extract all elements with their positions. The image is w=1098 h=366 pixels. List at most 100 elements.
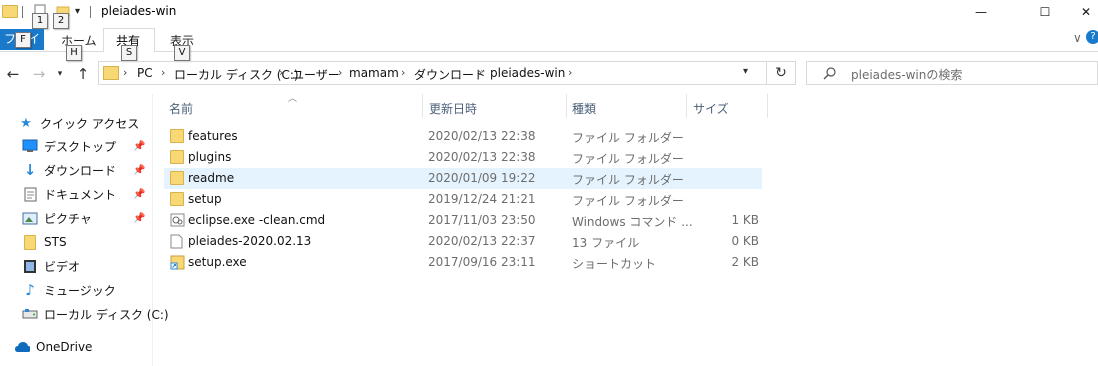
file-row[interactable]: setup.exe 2017/09/16 23:11 ショートカット 2 KB bbox=[164, 252, 762, 273]
nav-item-quick-access[interactable]: ★ クイック アクセス bbox=[18, 112, 139, 134]
nav-item-label: ダウンロード bbox=[44, 163, 117, 178]
keytip-home: H bbox=[66, 45, 82, 61]
nav-item-music[interactable]: ♪ ミュージック bbox=[22, 279, 116, 301]
download-icon: ↓ bbox=[23, 161, 37, 179]
folder-icon bbox=[103, 66, 119, 80]
breadcrumb-downloads[interactable]: ダウンロード bbox=[414, 66, 486, 83]
nav-pane-divider bbox=[152, 94, 153, 366]
nav-item-label: OneDrive bbox=[36, 340, 93, 354]
column-divider[interactable] bbox=[422, 94, 423, 118]
file-row[interactable]: pleiades-2020.02.13 2020/02/13 22:37 13 … bbox=[164, 231, 762, 252]
search-icon bbox=[823, 66, 837, 83]
cmd-file-icon bbox=[170, 213, 185, 227]
folder-icon bbox=[170, 129, 185, 143]
breadcrumb-separator[interactable]: › bbox=[401, 66, 405, 79]
star-icon: ★ bbox=[20, 115, 32, 131]
breadcrumb-pc[interactable]: PC bbox=[137, 66, 153, 80]
up-button[interactable]: ↑ bbox=[73, 64, 93, 84]
divider bbox=[90, 6, 91, 18]
ribbon-expand-icon[interactable]: ∨ bbox=[1073, 31, 1082, 45]
refresh-button[interactable]: ↻ bbox=[767, 61, 796, 85]
file-type: ファイル フォルダー bbox=[572, 131, 684, 145]
nav-item-label: ローカル ディスク (C:) bbox=[44, 307, 169, 322]
file-row-selected[interactable]: readme 2020/01/09 19:22 ファイル フォルダー bbox=[164, 168, 762, 189]
nav-item-label: ミュージック bbox=[44, 283, 116, 298]
pin-icon[interactable]: 📌 bbox=[133, 165, 145, 176]
nav-item-documents[interactable]: ドキュメント 📌 bbox=[22, 183, 145, 205]
nav-item-label: ビデオ bbox=[44, 259, 81, 274]
window-title: pleiades-win bbox=[101, 4, 177, 18]
search-placeholder: pleiades-winの検索 bbox=[851, 68, 963, 82]
keytip-1: 1 bbox=[32, 13, 48, 29]
close-button[interactable]: ✕ bbox=[1074, 0, 1098, 24]
document-icon bbox=[22, 186, 38, 202]
address-history-dropdown[interactable]: ▾ bbox=[743, 66, 748, 77]
file-type: ファイル フォルダー bbox=[572, 152, 684, 166]
drive-icon bbox=[22, 306, 38, 322]
breadcrumb-separator[interactable]: › bbox=[123, 66, 127, 79]
column-header-name[interactable]: 名前 bbox=[169, 100, 193, 117]
column-divider[interactable] bbox=[767, 94, 768, 118]
file-name: setup bbox=[188, 192, 222, 206]
maximize-button[interactable]: ☐ bbox=[1022, 0, 1068, 24]
keytip-file: F bbox=[15, 32, 31, 48]
file-date: 2017/11/03 23:50 bbox=[428, 213, 536, 227]
back-button[interactable]: ← bbox=[3, 64, 23, 84]
pin-icon[interactable]: 📌 bbox=[133, 213, 145, 224]
breadcrumb-separator[interactable]: › bbox=[161, 66, 165, 79]
nav-item-label: デスクトップ bbox=[44, 139, 117, 154]
breadcrumb-mamam[interactable]: mamam bbox=[349, 66, 399, 80]
file-name: eclipse.exe -clean.cmd bbox=[188, 213, 326, 227]
column-divider[interactable] bbox=[686, 94, 687, 118]
breadcrumb-users[interactable]: ユーザー bbox=[292, 66, 340, 83]
folder-icon bbox=[170, 171, 185, 185]
video-icon bbox=[22, 258, 38, 274]
nav-item-pictures[interactable]: ピクチャ 📌 bbox=[22, 207, 145, 229]
music-icon: ♪ bbox=[25, 281, 35, 299]
file-date: 2020/01/09 19:22 bbox=[428, 171, 536, 185]
file-name: features bbox=[188, 129, 238, 143]
desktop-icon bbox=[22, 138, 38, 154]
nav-item-sts[interactable]: STS bbox=[22, 231, 67, 253]
breadcrumb-pleiades-win[interactable]: pleiades-win bbox=[490, 66, 565, 80]
file-row[interactable]: plugins 2020/02/13 22:38 ファイル フォルダー bbox=[164, 147, 762, 168]
nav-item-desktop[interactable]: デスクトップ 📌 bbox=[22, 135, 145, 157]
file-row[interactable]: features 2020/02/13 22:38 ファイル フォルダー bbox=[164, 126, 762, 147]
nav-item-local-disk[interactable]: ローカル ディスク (C:) bbox=[22, 303, 169, 325]
breadcrumb-separator[interactable]: › bbox=[338, 66, 342, 79]
customize-qat-dropdown[interactable]: ▾ bbox=[75, 6, 80, 17]
recent-locations-dropdown[interactable]: ▾ bbox=[50, 64, 70, 84]
nav-item-downloads[interactable]: ↓ ダウンロード 📌 bbox=[22, 159, 146, 181]
folder-icon bbox=[2, 5, 18, 18]
file-date: 2020/02/13 22:37 bbox=[428, 234, 536, 248]
keytip-2: 2 bbox=[53, 13, 69, 29]
column-header-size[interactable]: サイズ bbox=[693, 100, 729, 117]
nav-item-label: STS bbox=[44, 235, 67, 249]
column-header-type[interactable]: 種類 bbox=[572, 100, 596, 117]
minimize-button[interactable]: — bbox=[958, 0, 1004, 24]
breadcrumb-separator[interactable]: › bbox=[478, 66, 482, 79]
column-header-date[interactable]: 更新日時 bbox=[429, 100, 477, 117]
file-row[interactable]: setup 2019/12/24 21:21 ファイル フォルダー bbox=[164, 189, 762, 210]
folder-icon bbox=[22, 234, 38, 250]
keytip-view: V bbox=[174, 45, 190, 61]
folder-icon bbox=[170, 192, 185, 206]
breadcrumb-separator[interactable]: › bbox=[279, 66, 283, 79]
file-type: Windows コマンド ... bbox=[572, 215, 693, 229]
file-row[interactable]: eclipse.exe -clean.cmd 2017/11/03 23:50 … bbox=[164, 210, 762, 231]
file-type: 13 ファイル bbox=[572, 236, 640, 250]
nav-item-videos[interactable]: ビデオ bbox=[22, 255, 80, 277]
folder-icon bbox=[170, 150, 185, 164]
file-name: plugins bbox=[188, 150, 232, 164]
help-icon[interactable]: ? bbox=[1086, 30, 1098, 44]
breadcrumb-separator[interactable]: › bbox=[568, 66, 572, 79]
nav-item-onedrive[interactable]: OneDrive bbox=[14, 336, 92, 358]
file-size: 0 KB bbox=[731, 234, 759, 248]
pin-icon[interactable]: 📌 bbox=[133, 189, 145, 200]
nav-item-label: ドキュメント bbox=[44, 187, 117, 202]
file-name: pleiades-2020.02.13 bbox=[188, 234, 312, 248]
file-name: setup.exe bbox=[188, 255, 247, 269]
column-divider[interactable] bbox=[566, 94, 567, 118]
pin-icon[interactable]: 📌 bbox=[133, 141, 145, 152]
forward-button[interactable]: → bbox=[29, 64, 49, 84]
